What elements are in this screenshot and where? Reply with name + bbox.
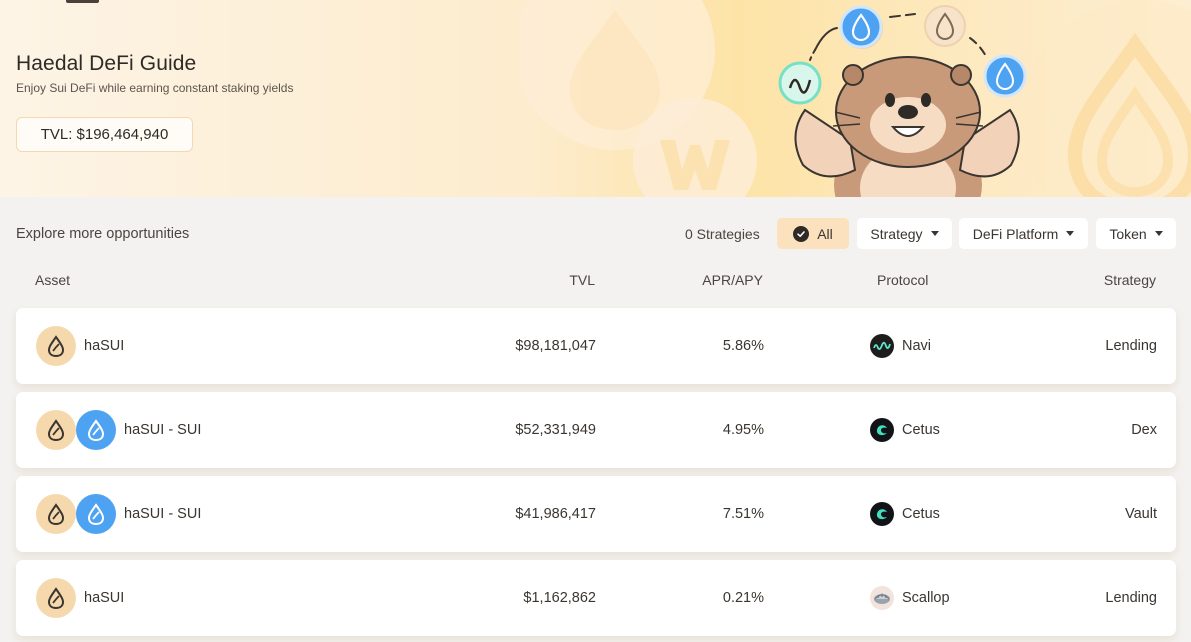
strategy-count: 0 Strategies — [685, 226, 760, 242]
protocol-cell: Cetus — [870, 502, 940, 526]
total-tvl-badge: TVL: $196,464,940 — [16, 117, 193, 152]
strategy-value: Lending — [1105, 338, 1157, 354]
apr-value: 4.95% — [722, 422, 764, 438]
hasui-token-icon — [36, 326, 76, 366]
asset-name: haSUI - SUI — [124, 422, 202, 438]
strategy-value: Dex — [1131, 422, 1157, 438]
tvl-value: $41,986,417 — [515, 506, 596, 522]
strategy-value: Vault — [1125, 506, 1157, 522]
hero-banner: Haedal DeFi Guide Enjoy Sui DeFi while e… — [0, 0, 1191, 197]
apr-value: 5.86% — [722, 338, 764, 354]
caret-down-icon — [930, 231, 939, 236]
protocol-name: Scallop — [902, 590, 950, 606]
column-header-apr: APR/APY — [702, 272, 763, 288]
table-row[interactable]: haSUI - SUI $52,331,949 4.95% Cetus Dex — [16, 392, 1176, 468]
strategy-value: Lending — [1105, 590, 1157, 606]
filter-all-button[interactable]: All — [777, 218, 849, 249]
navi-logo-icon — [870, 334, 894, 358]
protocol-cell: Scallop — [870, 586, 950, 610]
defi-platform-dropdown[interactable]: DeFi Platform — [959, 218, 1088, 249]
defi-platform-dropdown-label: DeFi Platform — [972, 225, 1059, 242]
hasui-token-icon — [36, 410, 76, 450]
token-dropdown-label: Token — [1109, 225, 1147, 242]
column-header-protocol: Protocol — [877, 272, 929, 288]
asset-cell: haSUI - SUI — [36, 410, 201, 450]
protocol-name: Cetus — [902, 506, 940, 522]
sui-token-icon — [76, 494, 116, 534]
apr-value: 0.21% — [722, 590, 764, 606]
sui-ball-icon — [839, 5, 883, 49]
active-tab-indicator — [66, 0, 99, 3]
asset-name: haSUI — [84, 338, 125, 354]
protocol-name: Cetus — [902, 422, 940, 438]
caret-down-icon — [1066, 231, 1075, 236]
strategy-dropdown[interactable]: Strategy — [857, 218, 952, 249]
tvl-value: $1,162,862 — [523, 590, 596, 606]
asset-cell: haSUI — [36, 578, 124, 618]
total-tvl-value: TVL: $196,464,940 — [40, 126, 169, 143]
tvl-value: $98,181,047 — [515, 338, 596, 354]
protocol-cell: Navi — [870, 334, 931, 358]
column-header-asset: Asset — [35, 272, 71, 288]
hasui-token-icon — [36, 494, 76, 534]
caret-down-icon — [1154, 231, 1163, 236]
tvl-value: $52,331,949 — [515, 422, 596, 438]
filter-all-label: All — [817, 225, 833, 242]
cetus-logo-icon — [870, 418, 894, 442]
protocol-name: Navi — [902, 338, 932, 354]
column-header-strategy: Strategy — [1103, 272, 1156, 288]
protocol-cell: Cetus — [870, 418, 940, 442]
otter-mascot-icon — [778, 5, 1027, 197]
page-title: Haedal DeFi Guide — [16, 52, 197, 75]
asset-cell: haSUI - SUI — [36, 494, 201, 534]
table-row[interactable]: haSUI $98,181,047 5.86% Navi Lending — [16, 308, 1176, 384]
cetus-logo-icon — [870, 502, 894, 526]
hasui-token-icon — [36, 578, 76, 618]
page-subtitle: Enjoy Sui DeFi while earning constant st… — [16, 81, 294, 95]
column-header-tvl: TVL — [569, 272, 595, 288]
check-icon — [793, 225, 810, 242]
sui-token-icon — [76, 410, 116, 450]
explore-label: Explore more opportunities — [16, 226, 190, 242]
strategy-dropdown-label: Strategy — [870, 225, 923, 242]
apr-value: 7.51% — [722, 506, 764, 522]
scallop-logo-icon — [870, 586, 894, 610]
asset-name: haSUI - SUI — [124, 506, 202, 522]
table-row[interactable]: haSUI $1,162,862 0.21% Scallop Lending — [16, 560, 1176, 636]
table-row[interactable]: haSUI - SUI $41,986,417 7.51% Cetus Vaul… — [16, 476, 1176, 552]
token-dropdown[interactable]: Token — [1096, 218, 1176, 249]
asset-cell: haSUI — [36, 326, 124, 366]
asset-name: haSUI — [84, 590, 125, 606]
